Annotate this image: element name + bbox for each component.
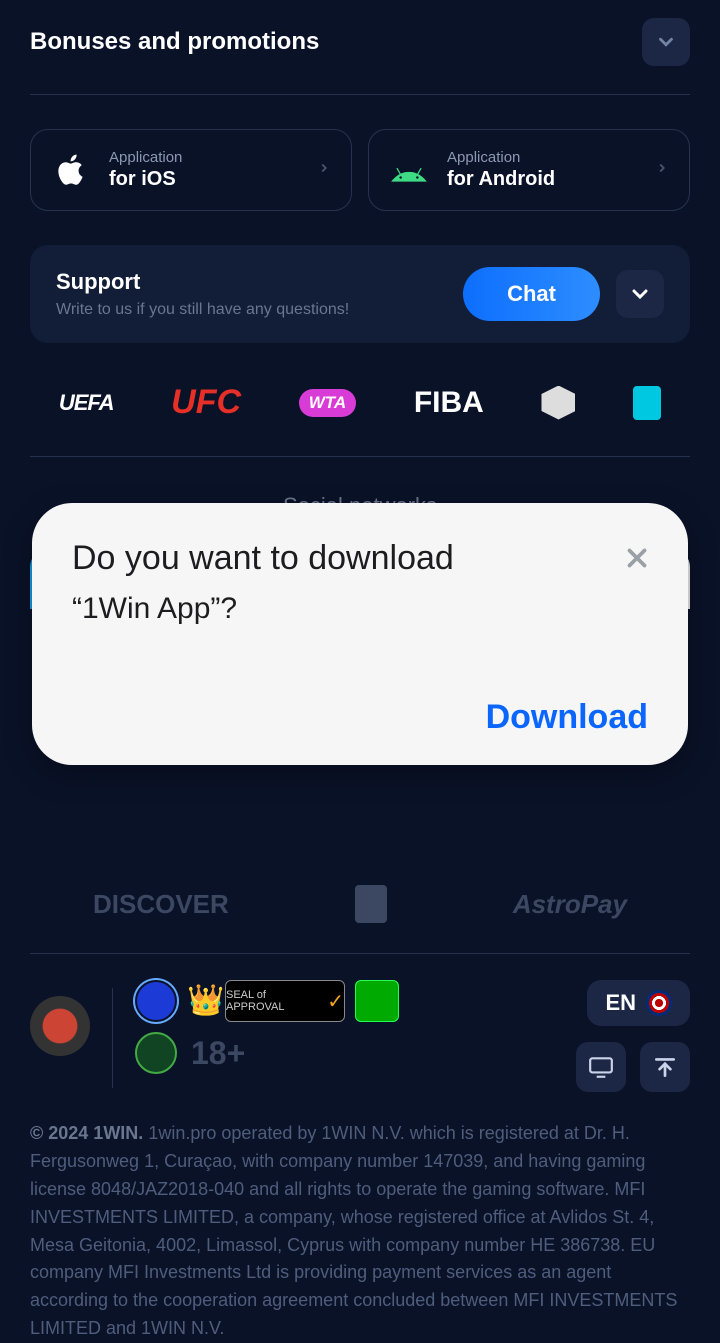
- cert-badge: [135, 980, 177, 1022]
- cert-badge: [355, 980, 399, 1022]
- desktop-button[interactable]: [576, 1042, 626, 1092]
- partners-row: UEFA UFC WTA FIBA: [30, 383, 690, 457]
- apple-icon: [51, 148, 91, 192]
- nhl-logo: [541, 386, 575, 420]
- arrow-up-icon: [652, 1054, 678, 1080]
- wta-logo: WTA: [299, 389, 356, 417]
- android-app-card[interactable]: Application for Android: [368, 129, 690, 211]
- monitor-icon: [588, 1054, 614, 1080]
- interac-logo: [355, 885, 387, 923]
- cert-emblem: [30, 996, 90, 1056]
- scroll-top-button[interactable]: [640, 1042, 690, 1092]
- copyright: © 2024 1WIN.: [30, 1123, 143, 1143]
- legal-text: © 2024 1WIN. 1win.pro operated by 1WIN N…: [30, 1120, 690, 1343]
- crown-icon: 👑: [187, 980, 215, 1022]
- astropay-logo: AstroPay: [513, 889, 627, 920]
- language-selector[interactable]: EN: [587, 980, 690, 1026]
- support-title: Support: [56, 269, 349, 295]
- seal-badge: SEAL of APPROVAL✓: [225, 980, 345, 1022]
- android-app-label: Application: [447, 149, 555, 166]
- bonuses-expand-button[interactable]: [642, 18, 690, 66]
- discover-logo: DISCOVER: [93, 889, 229, 920]
- bonuses-title: Bonuses and promotions: [30, 28, 319, 56]
- ios-app-label: Application: [109, 149, 182, 166]
- android-icon: [389, 148, 429, 192]
- modal-title: Do you want to download: [72, 539, 648, 578]
- atp-logo: [633, 386, 661, 420]
- language-code: EN: [605, 990, 636, 1016]
- chevron-down-icon: [655, 31, 677, 53]
- uefa-logo: UEFA: [59, 390, 114, 416]
- close-button[interactable]: [622, 543, 652, 578]
- age-restriction: 18+: [191, 1035, 245, 1072]
- uk-flag-icon: [646, 990, 672, 1016]
- divider: [30, 953, 690, 954]
- close-icon: [622, 543, 652, 573]
- chevron-right-icon: [317, 161, 331, 180]
- chevron-down-icon: [628, 282, 652, 306]
- cert-badge: [135, 1032, 177, 1074]
- divider: [112, 988, 113, 1088]
- ufc-logo: UFC: [171, 383, 241, 422]
- ios-app-title: for iOS: [109, 168, 182, 191]
- modal-subtitle: “1Win App”?: [72, 592, 648, 626]
- download-button[interactable]: Download: [72, 698, 648, 737]
- fiba-logo: FIBA: [414, 386, 484, 420]
- support-expand-button[interactable]: [616, 270, 664, 318]
- chat-button[interactable]: Chat: [463, 267, 600, 321]
- download-modal: Do you want to download “1Win App”? Down…: [32, 503, 688, 765]
- payments-row: DISCOVER AstroPay: [30, 885, 690, 923]
- ios-app-card[interactable]: Application for iOS: [30, 129, 352, 211]
- android-app-title: for Android: [447, 168, 555, 191]
- support-box: Support Write to us if you still have an…: [30, 245, 690, 343]
- chevron-right-icon: [655, 161, 669, 180]
- support-subtitle: Write to us if you still have any questi…: [56, 301, 349, 319]
